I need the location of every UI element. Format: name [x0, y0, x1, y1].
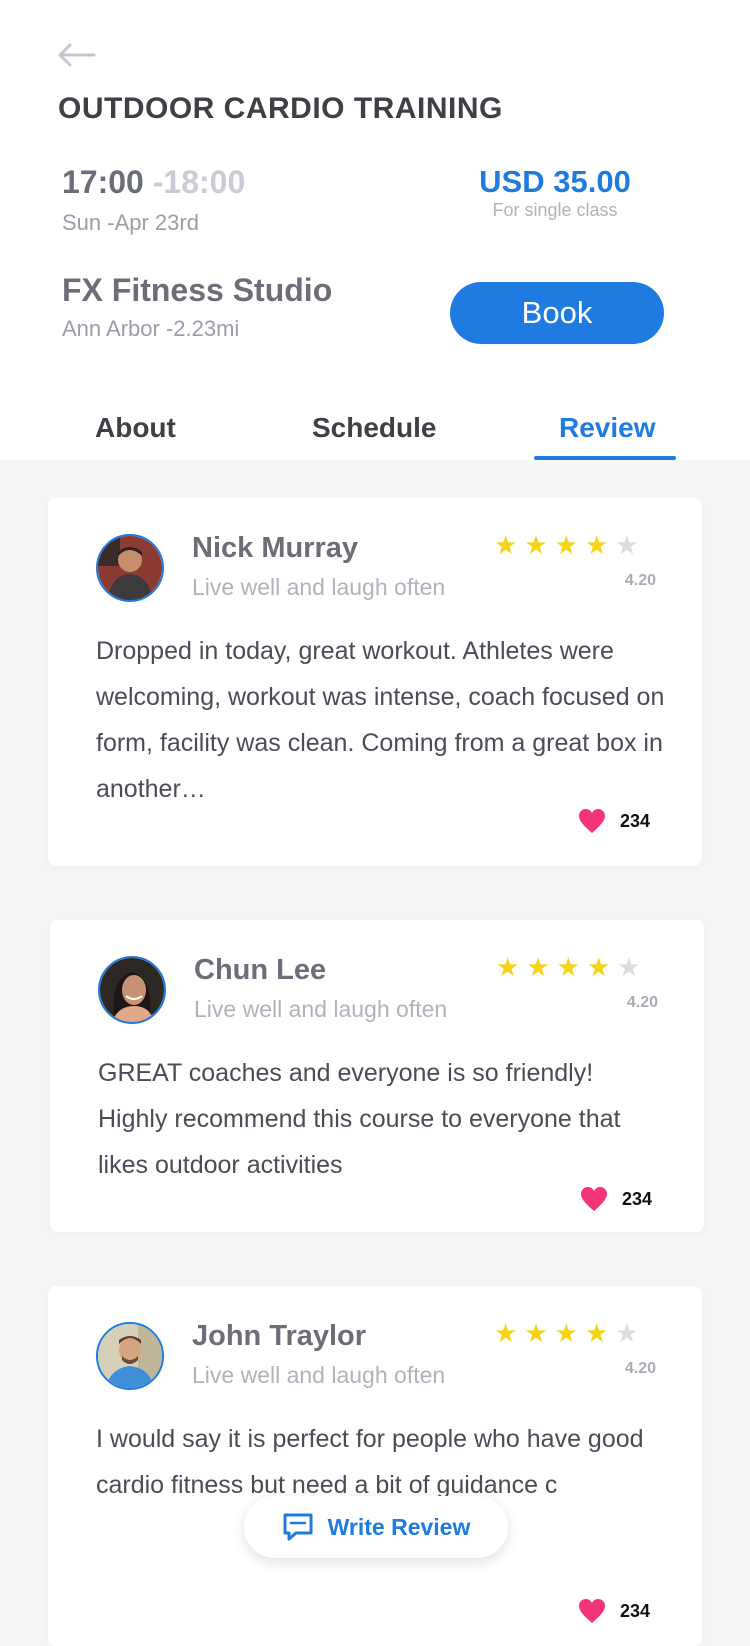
star-empty-icon: ★ — [617, 952, 641, 982]
like-counter: 234 — [578, 1598, 650, 1624]
active-tab-indicator — [534, 456, 676, 460]
like-count: 234 — [621, 1188, 652, 1209]
tab-review[interactable]: Review — [559, 412, 656, 444]
review-text: I would say it is perfect for people who… — [96, 1425, 644, 1499]
page-title: OUTDOOR CARDIO TRAINING — [58, 92, 503, 125]
star-icon: ★ — [494, 1318, 518, 1348]
heart-icon[interactable] — [578, 1598, 606, 1624]
write-review-label: Write Review — [327, 1513, 471, 1540]
avatar[interactable] — [96, 1322, 164, 1390]
tab-schedule[interactable]: Schedule — [312, 412, 436, 444]
reviewer-motto: Live well and laugh often — [194, 996, 448, 1022]
star-icon: ★ — [556, 952, 580, 982]
tab-about[interactable]: About — [95, 412, 176, 444]
class-price: USD 35.00 — [479, 164, 631, 199]
tab-bar: About Schedule Review — [0, 400, 750, 460]
star-empty-icon: ★ — [615, 530, 639, 560]
price-note: For single class — [492, 200, 618, 220]
reviewer-name: Chun Lee — [194, 954, 327, 986]
book-button[interactable]: Book — [450, 282, 664, 344]
review-card: John Traylor Live well and laugh often ★… — [48, 1286, 702, 1646]
star-rating: ★ ★ ★ ★ ★ — [496, 954, 641, 980]
review-text: GREAT coaches and everyone is so friendl… — [98, 1059, 621, 1179]
star-icon: ★ — [494, 530, 518, 560]
star-icon: ★ — [524, 1318, 548, 1348]
like-counter: 234 — [580, 1186, 652, 1212]
rating-value: 4.20 — [624, 1360, 656, 1377]
reviewer-motto: Live well and laugh often — [192, 574, 446, 600]
star-rating: ★ ★ ★ ★ ★ — [494, 1320, 639, 1346]
review-card: Chun Lee Live well and laugh often ★ ★ ★ ★ ★… — [50, 920, 704, 1232]
star-icon: ★ — [496, 952, 520, 982]
review-text: Dropped in today, great workout. Athlete… — [96, 637, 665, 803]
like-count: 234 — [619, 1600, 650, 1621]
reviewer-name: John Traylor — [192, 1320, 367, 1352]
reviewer-name: Nick Murray — [192, 532, 359, 564]
class-date: Sun -Apr 23rd — [62, 210, 199, 235]
star-icon: ★ — [554, 530, 578, 560]
star-icon: ★ — [586, 952, 611, 982]
studio-location: Ann Arbor -2.23mi — [62, 316, 240, 341]
avatar[interactable] — [96, 534, 164, 602]
back-arrow-icon[interactable] — [56, 40, 100, 70]
class-time: 17:00 -18:00 — [62, 164, 245, 201]
reviewer-motto: Live well and laugh often — [192, 1362, 446, 1388]
studio-name: FX Fitness Studio — [62, 272, 333, 308]
star-icon: ★ — [584, 530, 609, 560]
rating-value: 4.20 — [624, 572, 656, 589]
star-icon: ★ — [526, 952, 550, 982]
star-icon: ★ — [524, 530, 548, 560]
heart-icon[interactable] — [580, 1186, 608, 1212]
star-icon: ★ — [554, 1318, 578, 1348]
chat-bubble-icon — [283, 1513, 313, 1541]
time-end: -18:00 — [152, 164, 246, 200]
heart-icon[interactable] — [578, 808, 606, 834]
avatar[interactable] — [98, 956, 166, 1024]
star-icon: ★ — [584, 1318, 609, 1348]
time-start: 17:00 — [62, 164, 144, 200]
like-count: 234 — [619, 810, 650, 831]
header-panel: OUTDOOR CARDIO TRAINING 17:00 -18:00 Sun… — [0, 0, 750, 460]
rating-value: 4.20 — [626, 994, 658, 1011]
review-card: Nick Murray Live well and laugh often ★ ★… — [48, 498, 702, 866]
like-counter: 234 — [578, 808, 650, 834]
write-review-button[interactable]: Write Review — [244, 1496, 508, 1558]
star-rating: ★ ★ ★ ★ ★ — [494, 532, 639, 558]
star-empty-icon: ★ — [615, 1318, 639, 1348]
